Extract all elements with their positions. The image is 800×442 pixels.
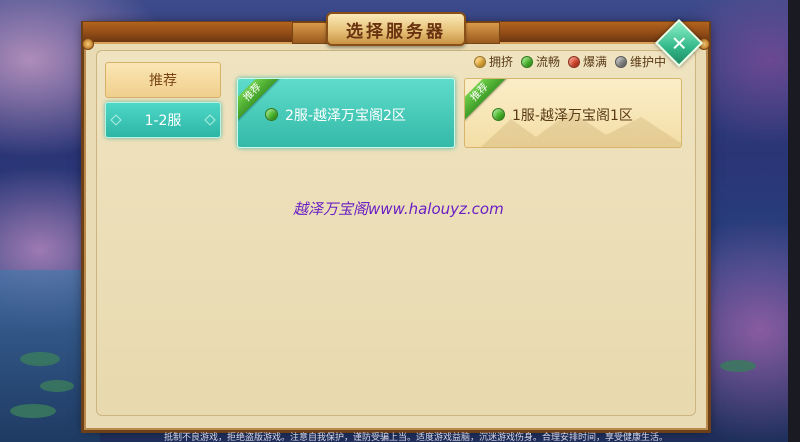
corner-ornament	[82, 38, 94, 50]
lily-pad	[40, 380, 74, 392]
lily-pad	[20, 352, 60, 366]
server-name: 1服-越泽万宝阁1区	[512, 108, 633, 124]
right-edge-strip	[788, 0, 800, 442]
status-legend: 拥挤 流畅 爆满 维护中	[474, 53, 666, 70]
title-ornament-right	[460, 22, 500, 44]
tab-ornament-right	[204, 114, 216, 126]
panel-title: 选择服务器	[346, 21, 446, 42]
legend-label: 流畅	[536, 55, 561, 69]
lily-pad	[10, 404, 56, 418]
crowded-status-icon	[474, 55, 486, 68]
full-status-icon	[568, 55, 581, 68]
watermark-text: 越泽万宝阁www.halouyz.com	[293, 200, 504, 218]
legend-item-crowded: 拥挤	[474, 53, 513, 70]
tab-ornament-left	[110, 114, 122, 126]
legend-item-full: 爆满	[568, 53, 607, 70]
maintenance-status-icon	[615, 55, 628, 68]
legend-item-maintenance: 维护中	[615, 53, 666, 70]
legend-label: 拥挤	[489, 55, 514, 69]
lily-pad	[720, 360, 756, 372]
server-card-1[interactable]: 推荐 1服-越泽万宝阁1区	[464, 78, 682, 148]
tab-label: 1-2服	[144, 113, 182, 129]
tab-recommended[interactable]: 推荐	[105, 62, 221, 98]
close-icon: ✕	[670, 30, 688, 55]
tab-server-group-1-2[interactable]: 1-2服	[105, 102, 221, 138]
smooth-status-icon	[521, 55, 534, 68]
tab-label: 推荐	[149, 73, 177, 89]
legend-label: 爆满	[583, 55, 608, 69]
server-name: 2服-越泽万宝阁2区	[285, 108, 406, 124]
legend-item-smooth: 流畅	[521, 53, 560, 70]
panel-title-plate: 选择服务器	[326, 12, 466, 46]
smooth-status-icon	[492, 108, 505, 121]
health-notice-footer: 抵制不良游戏，拒绝盗版游戏。注意自我保护，谨防受骗上当。适度游戏益脑，沉迷游戏伤…	[164, 433, 669, 442]
smooth-status-icon	[265, 108, 278, 121]
server-card-2[interactable]: 推荐 2服-越泽万宝阁2区	[237, 78, 455, 148]
legend-label: 维护中	[630, 55, 667, 69]
